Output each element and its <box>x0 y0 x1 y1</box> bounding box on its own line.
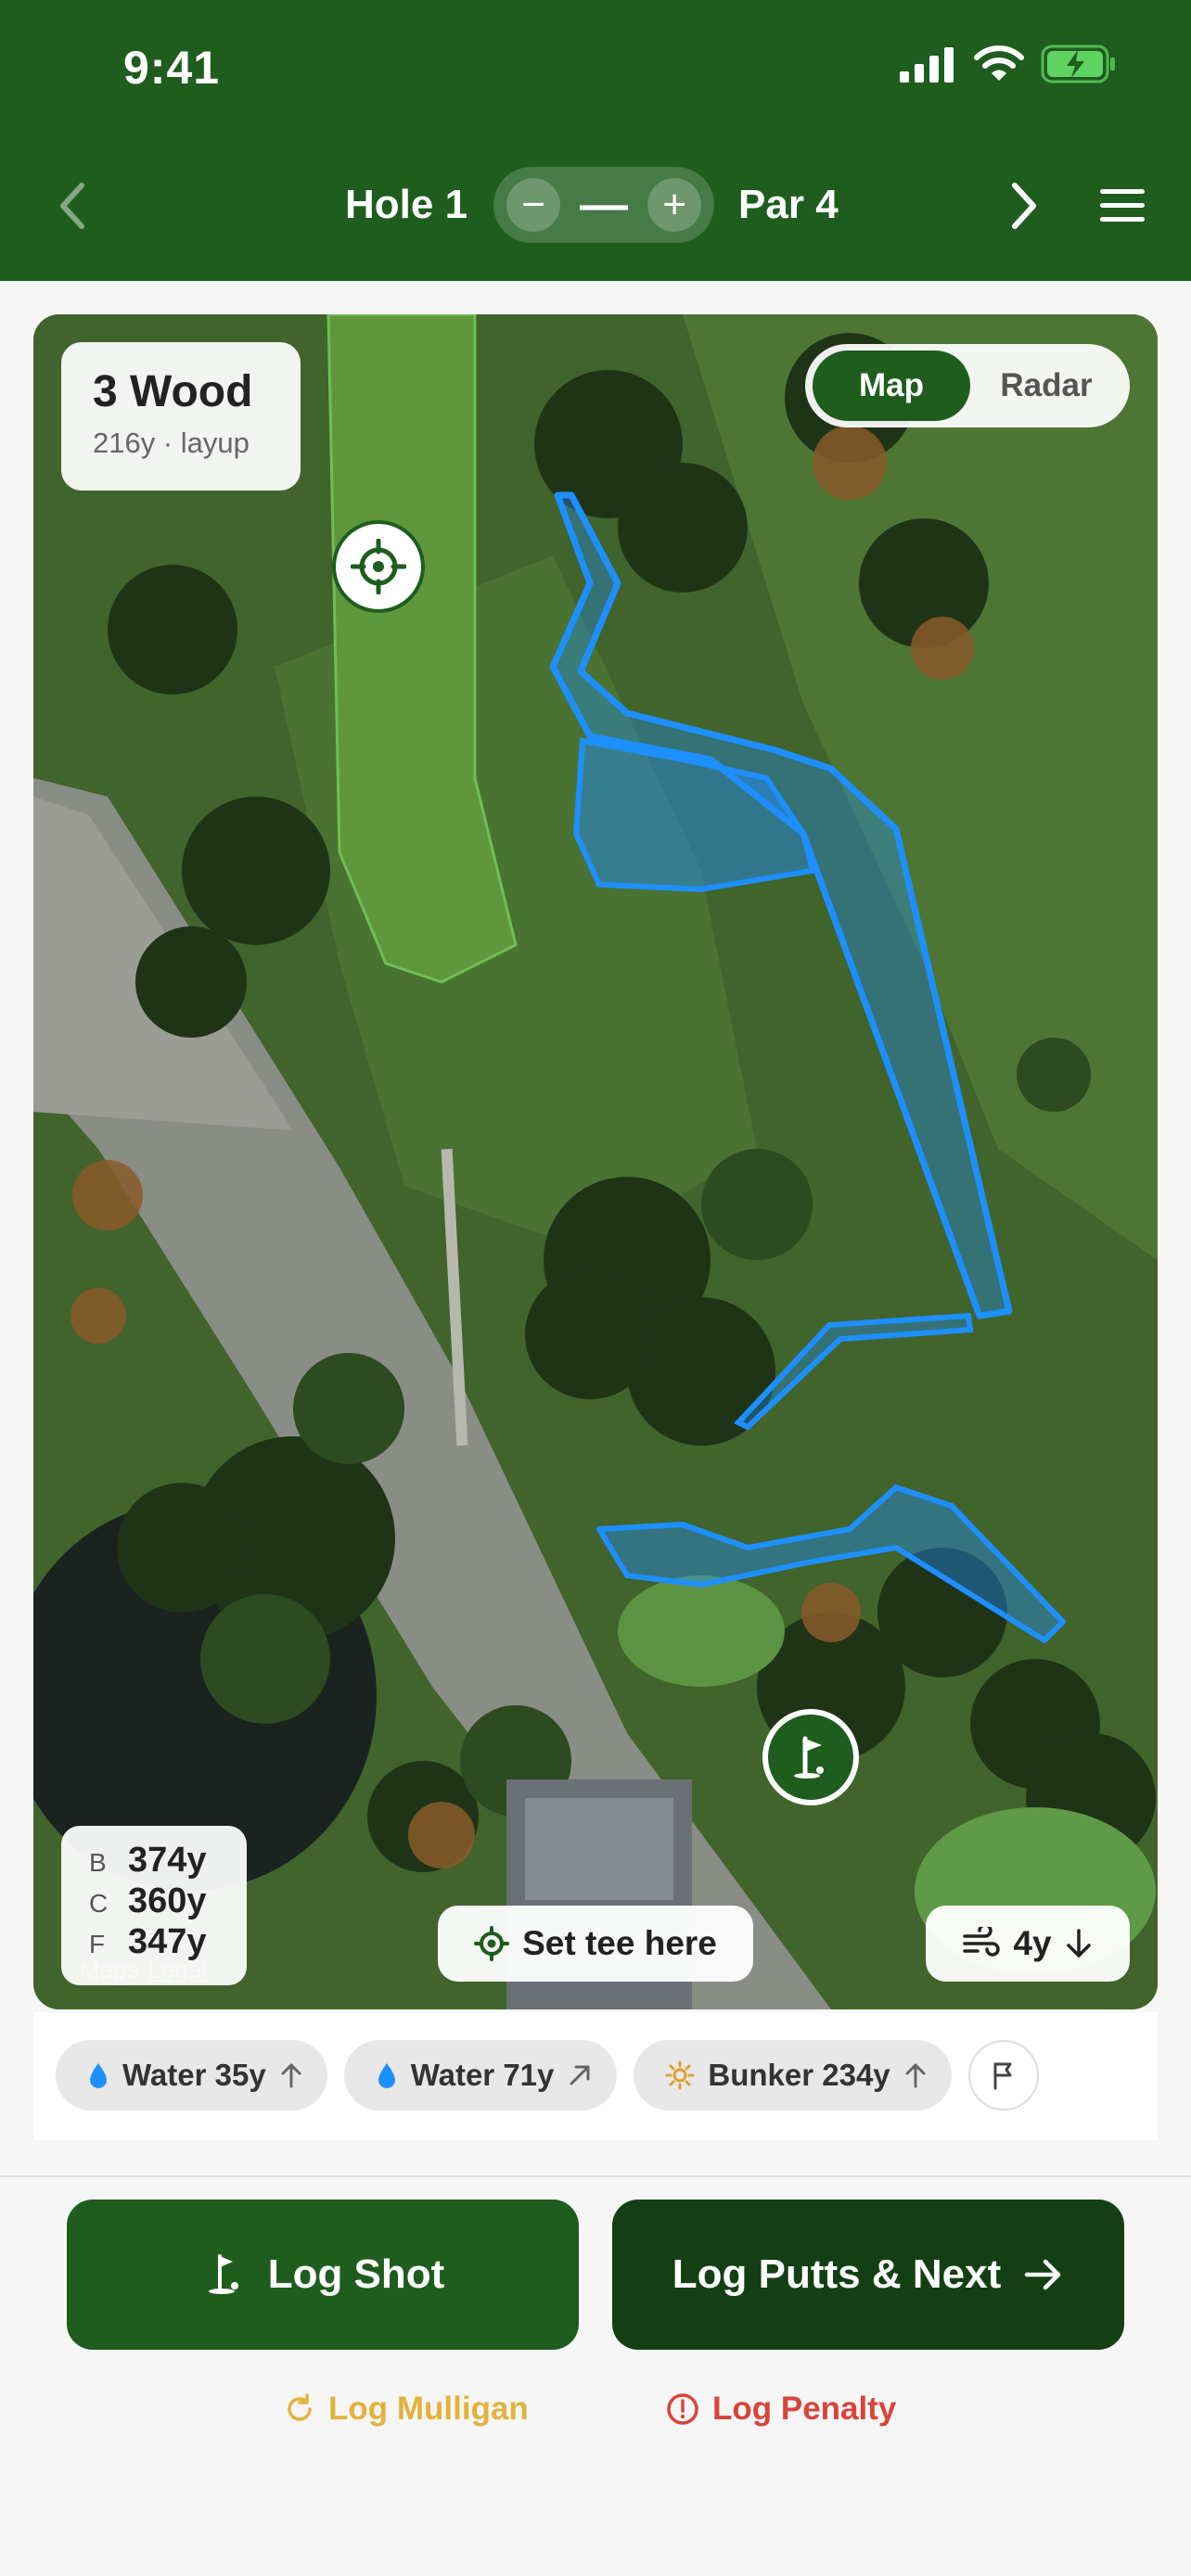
status-time: 9:41 <box>123 42 221 94</box>
stroke-count: — <box>580 178 629 232</box>
log-penalty-link[interactable]: Log Penalty <box>666 2391 896 2428</box>
battery-charging-icon <box>1041 45 1115 83</box>
arrow-right-icon <box>1024 2259 1061 2290</box>
map-mode-option[interactable]: Map <box>813 351 970 421</box>
club-detail: 216y · layup <box>93 427 250 459</box>
club-name: 3 Wood <box>93 367 253 416</box>
top-header: 9:41 Hole 1 − — + Par 4 <box>0 0 1191 281</box>
water-drop-icon <box>90 2063 107 2088</box>
hazard-chip-bunker[interactable]: Bunker 234y <box>634 2040 952 2111</box>
target-crosshair-marker[interactable] <box>332 520 425 613</box>
section-divider <box>0 2175 1191 2177</box>
hole-label: Hole 1 <box>345 182 468 227</box>
wind-icon <box>963 1927 1001 1957</box>
next-hole-chevron-icon[interactable] <box>1004 176 1044 236</box>
arrow-down-icon <box>1066 1929 1091 1958</box>
hazard-strip[interactable]: Water 35y Water 71y Bunker 234y <box>33 2012 1158 2140</box>
bunker-sun-icon <box>665 2060 695 2090</box>
satellite-terrain <box>33 314 1158 2009</box>
arrow-up-icon <box>281 2063 301 2088</box>
status-icons <box>900 45 1117 83</box>
yardage-center-value: 360y <box>128 1881 207 1920</box>
map-mode-toggle: Map Radar <box>805 344 1130 427</box>
hazard-chip-row: Water 35y Water 71y Bunker 234y <box>56 2040 1039 2111</box>
decrement-button[interactable]: − <box>506 178 561 232</box>
log-mulligan-link[interactable]: Log Mulligan <box>284 2391 529 2428</box>
yardage-center-key: C <box>89 1889 109 1918</box>
alert-circle-icon <box>667 2393 698 2425</box>
club-recommendation-card[interactable]: 3 Wood 216y · layup <box>61 342 301 491</box>
flag-icon <box>993 2062 1012 2090</box>
golf-flag-icon <box>794 1736 824 1779</box>
water-drop-icon <box>378 2063 395 2088</box>
location-target-icon <box>474 1926 510 1961</box>
yardage-back-value: 374y <box>128 1841 207 1880</box>
hazard-chip-label: Water 71y <box>410 2058 555 2092</box>
hazard-chip-water-2[interactable]: Water 71y <box>343 2040 618 2111</box>
yardage-back-row: B 374y <box>89 1841 247 1881</box>
arrow-up-right-icon <box>570 2065 590 2085</box>
set-tee-label: Set tee here <box>522 1924 717 1962</box>
hazard-chip-flag[interactable] <box>967 2040 1039 2111</box>
course-map[interactable]: 3 Wood 216y · layup Map Radar B 374y C 3… <box>33 314 1158 2009</box>
maps-brand: Maps <box>80 1956 139 1983</box>
log-putts-next-button[interactable]: Log Putts & Next <box>612 2200 1124 2350</box>
previous-hole-chevron-icon[interactable] <box>52 176 93 236</box>
yardage-center-row: C 360y <box>89 1881 247 1922</box>
log-putts-next-label: Log Putts & Next <box>672 2251 1002 2297</box>
hole-selector: Hole 1 − — + Par 4 <box>345 167 839 243</box>
hazard-chip-label: Bunker 234y <box>708 2058 890 2092</box>
log-shot-label: Log Shot <box>267 2251 445 2297</box>
par-label: Par 4 <box>738 182 839 227</box>
increment-button[interactable]: + <box>647 178 702 232</box>
menu-icon[interactable] <box>1098 185 1146 226</box>
signal-icon <box>900 47 954 83</box>
wind-value: 4y <box>1013 1924 1052 1962</box>
pin-flag-marker[interactable] <box>762 1709 859 1805</box>
hazard-chip-water-1[interactable]: Water 35y <box>56 2040 327 2111</box>
wifi-icon <box>974 45 1024 81</box>
arrow-up-icon <box>905 2063 926 2088</box>
log-mulligan-label: Log Mulligan <box>328 2391 529 2427</box>
maps-attribution: Maps Legal <box>80 1956 207 1984</box>
stroke-stepper: − — + <box>493 167 715 243</box>
wind-indicator[interactable]: 4y <box>926 1906 1130 1982</box>
golfer-flag-icon <box>208 2254 238 2294</box>
log-shot-button[interactable]: Log Shot <box>67 2200 579 2350</box>
maps-legal-link[interactable]: Legal <box>148 1956 208 1983</box>
yardage-back-key: B <box>89 1848 107 1877</box>
radar-mode-option[interactable]: Radar <box>970 351 1122 421</box>
refresh-icon <box>288 2393 312 2421</box>
log-penalty-label: Log Penalty <box>712 2391 897 2427</box>
crosshair-icon <box>351 539 406 594</box>
set-tee-button[interactable]: Set tee here <box>438 1906 753 1982</box>
hazard-chip-label: Water 35y <box>122 2058 266 2092</box>
